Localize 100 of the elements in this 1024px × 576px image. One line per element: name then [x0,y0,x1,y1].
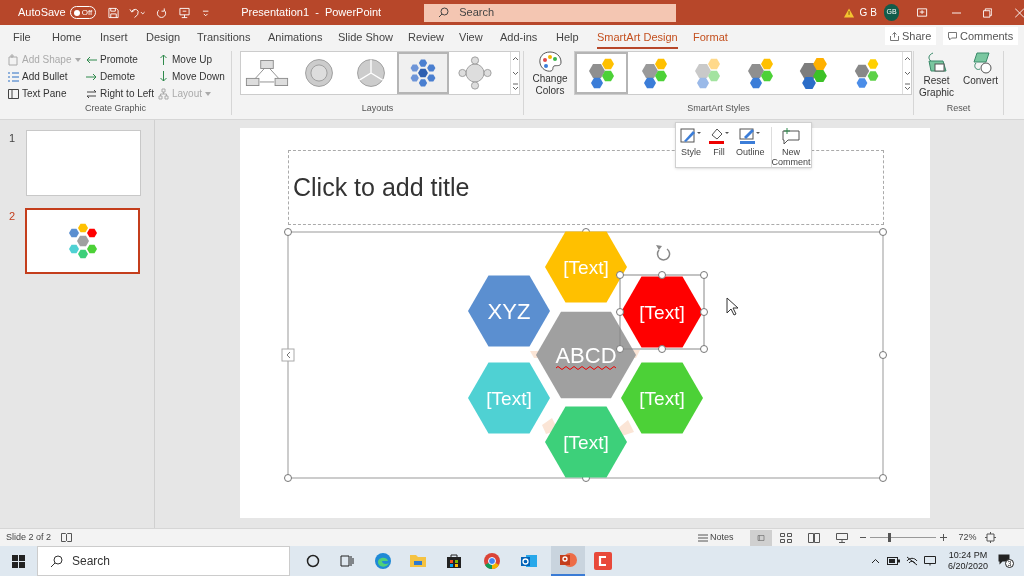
shape-text: [Text] [563,431,609,453]
chevron-up-icon[interactable] [871,558,880,564]
ribbon-button[interactable]: Move Down [158,69,238,84]
slide-thumbnail[interactable] [25,208,140,274]
ribbon-button[interactable]: Text Pane [8,86,86,101]
presenter-icon[interactable] [178,6,190,19]
mail-app-icon[interactable] [520,553,538,569]
warning-icon[interactable] [844,7,855,18]
group-label: Reset [946,101,971,115]
ribbon-button[interactable]: Demote [86,69,158,84]
redo-icon[interactable] [155,6,167,19]
smartart-frame[interactable] [287,231,884,479]
hexagon-shape[interactable] [536,311,636,399]
mouse-cursor-icon [726,297,739,316]
share-icon [890,31,899,41]
resize-handle[interactable] [879,228,887,236]
save-icon[interactable] [108,6,120,19]
resize-handle[interactable] [658,345,666,353]
network-icon[interactable] [906,556,918,566]
ribbon-button[interactable]: Reset Graphic [917,51,956,99]
comments-button[interactable]: Comments [943,27,1019,45]
notes-button[interactable]: Notes [698,530,734,545]
ribbon-tab[interactable]: Insert [100,29,128,49]
zoom-in-icon[interactable] [939,534,947,541]
slideshow-icon[interactable] [835,532,848,543]
zoom-percentage[interactable]: 72% [958,530,977,545]
restore-icon[interactable] [982,7,992,18]
text-pane-icon [8,87,19,100]
ribbon-tab[interactable]: Review [408,29,445,49]
ribbon-tab[interactable]: Animations [268,29,323,49]
resize-handle[interactable] [284,474,292,482]
monitor-icon[interactable] [924,556,936,566]
resize-handle[interactable] [879,351,887,359]
hexagon-shape[interactable] [468,275,550,347]
hierarchy-layout-drawing [245,60,288,86]
customize-icon[interactable] [201,8,210,17]
change-colors-button[interactable]: Change Colors [528,51,572,97]
rotate-handle-icon[interactable] [656,245,671,261]
ribbon-tab[interactable]: File [13,29,31,49]
add-shape-icon [8,53,19,66]
taskbar-search-field[interactable]: Search [37,546,290,576]
shape-text: [Text] [563,256,609,278]
ribbon-tab[interactable]: Help [556,29,579,49]
up-arrow-icon [158,53,169,66]
close-icon[interactable] [1014,7,1024,18]
ribbon-button[interactable]: Right to Left [86,86,158,101]
resize-handle[interactable] [879,474,887,482]
round-browser-icon[interactable] [483,552,501,570]
group-label: SmartArt Styles [687,101,750,115]
ribbon-tab[interactable]: Slide Show [338,29,394,49]
ribbon-tab[interactable]: Design [146,29,181,49]
resize-handle[interactable] [700,271,708,279]
browser-icon[interactable] [374,552,392,570]
user-initials[interactable]: G B [859,5,877,20]
resize-handle[interactable] [616,271,624,279]
undo-icon[interactable] [129,6,146,19]
arc-app-icon[interactable] [594,552,612,570]
search-field[interactable]: Search [424,3,677,22]
ribbon-tab[interactable]: Home [52,29,82,49]
slide-sorter-icon[interactable] [779,532,792,543]
start-button[interactable] [12,554,25,568]
battery-icon[interactable] [887,557,900,565]
normal-view-icon[interactable] [749,529,772,546]
search-icon [438,7,450,18]
active-app-button[interactable] [551,546,585,576]
radial-layout-drawing [457,56,492,90]
resize-handle[interactable] [284,228,292,236]
hexagon-cluster-drawing [639,56,670,90]
layout-option[interactable] [396,52,449,94]
style-option[interactable] [575,52,628,94]
notification-icon [998,554,1011,565]
zoom-thumb[interactable] [888,533,892,542]
taskbar-clock[interactable]: 10:24 PM 6/20/2020 [948,550,989,572]
ribbon-button[interactable]: Add Bullet [8,69,86,84]
bullet-list-icon [8,70,19,83]
ribbon-button[interactable]: Convert [961,51,1000,99]
task-view-icon[interactable] [340,554,354,568]
slide-thumbnail[interactable] [26,130,141,196]
ribbon-tab[interactable]: Add-ins [500,29,538,49]
spell-check-icon[interactable] [61,533,73,542]
ribbon-tab[interactable]: View [459,29,483,49]
caret-icon [205,91,212,96]
resize-handle[interactable] [616,345,624,353]
resize-handle[interactable] [700,345,708,353]
resize-handle[interactable] [658,271,666,279]
cycle-layout-drawing [304,59,333,87]
reading-view-icon[interactable] [807,532,820,543]
store-bag-icon[interactable] [446,553,462,569]
share-button[interactable]: Share [885,27,937,45]
ribbon-display-icon[interactable] [917,8,928,17]
fit-slide-icon[interactable] [984,532,996,543]
circle-icon[interactable] [306,554,320,568]
resize-handle[interactable] [616,308,624,316]
ribbon-button[interactable]: Promote [86,52,158,67]
slide-number: 2 [9,209,17,224]
ribbon-tab[interactable]: Transitions [197,29,251,49]
ribbon-tab[interactable]: Format [693,29,728,49]
resize-handle[interactable] [700,308,708,316]
folder-icon[interactable] [409,553,427,569]
ribbon-button[interactable]: Move Up [158,52,238,67]
